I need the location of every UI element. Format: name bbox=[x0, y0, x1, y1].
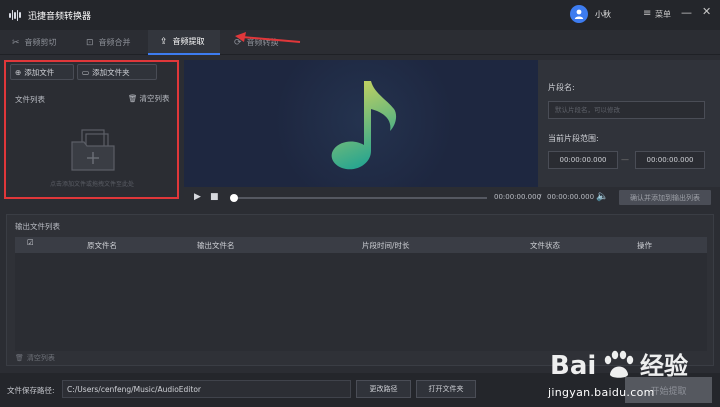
confirm-add-button[interactable]: 确认并添加到输出列表 bbox=[619, 190, 711, 205]
tab-audio-cut[interactable]: ✂ 音频剪切 bbox=[0, 30, 72, 55]
stop-icon[interactable]: ■ bbox=[210, 192, 219, 202]
tab-bar: ✂ 音频剪切 ⊡ 音频合并 ⇪ 音频提取 ⟳ 音频转换 bbox=[0, 30, 720, 55]
add-file-folder-icon bbox=[71, 129, 115, 171]
save-path-label: 文件保存路径: bbox=[7, 386, 55, 395]
output-list-title: 输出文件列表 bbox=[15, 222, 60, 231]
hamburger-menu-icon[interactable]: ≡ bbox=[643, 8, 651, 19]
clear-list-button[interactable]: 🗑 清空列表 bbox=[128, 93, 170, 104]
red-arrow-annotation bbox=[235, 32, 301, 43]
col-file-status: 文件状态 bbox=[530, 241, 560, 250]
svg-text:Bai: Bai bbox=[550, 351, 596, 381]
tab-label: 音频合并 bbox=[98, 38, 131, 47]
col-actions: 操作 bbox=[637, 241, 652, 250]
user-icon bbox=[574, 9, 584, 19]
plus-circle-icon: ⊕ bbox=[15, 67, 22, 77]
trash-icon: 🗑 bbox=[15, 354, 24, 362]
add-file-button[interactable]: ⊕ 添加文件 bbox=[10, 64, 74, 80]
progress-slider[interactable] bbox=[230, 194, 487, 202]
output-table-body bbox=[15, 253, 707, 351]
app-logo-icon bbox=[9, 9, 21, 21]
segment-range-label: 当前片段范围: bbox=[548, 134, 599, 143]
open-folder-button[interactable]: 打开文件夹 bbox=[416, 380, 476, 398]
merge-icon: ⊡ bbox=[86, 37, 94, 48]
segment-panel: 片段名: 当前片段范围: 00:00:00.000 — 00:00:00.000 bbox=[538, 60, 720, 187]
button-label: 清空列表 bbox=[26, 354, 55, 362]
clear-output-button[interactable]: 🗑 清空列表 bbox=[15, 353, 55, 363]
trash-icon: 🗑 bbox=[128, 94, 138, 103]
menu-button[interactable]: 菜单 bbox=[655, 9, 671, 20]
title-bar: 迅捷音频转换器 小秋 ≡ 菜单 — ✕ bbox=[0, 0, 720, 30]
button-label: 添加文件夹 bbox=[92, 67, 130, 77]
button-label: 清空列表 bbox=[139, 94, 170, 103]
change-path-button[interactable]: 更改路径 bbox=[356, 380, 411, 398]
tab-audio-extract[interactable]: ⇪ 音频提取 bbox=[148, 30, 220, 55]
output-table-header: ☑ 原文件名 输出文件名 片段时间/时长 文件状态 操作 bbox=[15, 237, 707, 253]
audio-preview bbox=[184, 60, 538, 187]
player-controls: ▶ ■ 00:00:00.000 / 00:00:00.000 🔈 确认并添加到… bbox=[184, 187, 720, 209]
svg-text:经验: 经验 bbox=[640, 352, 688, 380]
start-time-field[interactable]: 00:00:00.000 bbox=[548, 151, 618, 169]
minimize-button[interactable]: — bbox=[681, 6, 692, 19]
add-folder-button[interactable]: ▭ 添加文件夹 bbox=[77, 64, 157, 80]
tab-label: 音频剪切 bbox=[24, 38, 57, 47]
file-panel: ⊕ 添加文件 ▭ 添加文件夹 文件列表 🗑 清空列表 点击添加文件或拖拽文件至此… bbox=[4, 60, 180, 200]
range-separator: — bbox=[621, 155, 629, 164]
segment-name-input[interactable] bbox=[548, 101, 705, 119]
col-source-name: 原文件名 bbox=[87, 241, 117, 250]
tab-label: 音频提取 bbox=[172, 37, 205, 46]
drop-hint-text: 点击添加文件或拖拽文件至此处 bbox=[49, 181, 134, 188]
end-time-field[interactable]: 00:00:00.000 bbox=[635, 151, 705, 169]
app-title: 迅捷音频转换器 bbox=[28, 11, 92, 22]
volume-icon[interactable]: 🔈 bbox=[596, 191, 608, 202]
total-time: 00:00:00.000 bbox=[547, 193, 595, 201]
music-note-icon bbox=[331, 81, 397, 170]
paw-icon bbox=[604, 350, 634, 378]
folder-icon: ▭ bbox=[82, 67, 90, 77]
watermark-url: jingyan.baidu.com bbox=[548, 386, 655, 399]
progress-handle[interactable] bbox=[230, 194, 238, 202]
select-all-checkbox-icon[interactable]: ☑ bbox=[27, 238, 34, 247]
segment-name-label: 片段名: bbox=[548, 83, 575, 92]
scissors-icon: ✂ bbox=[12, 37, 20, 48]
tab-audio-merge[interactable]: ⊡ 音频合并 bbox=[74, 30, 146, 55]
save-path-field[interactable]: C:/Users/cenfeng/Music/AudioEditor bbox=[62, 380, 351, 398]
play-icon[interactable]: ▶ bbox=[194, 192, 201, 202]
extract-icon: ⇪ bbox=[160, 36, 168, 47]
file-list-label: 文件列表 bbox=[15, 95, 45, 104]
user-avatar[interactable] bbox=[570, 5, 588, 23]
button-label: 添加文件 bbox=[24, 67, 55, 77]
time-separator: / bbox=[539, 193, 542, 201]
close-button[interactable]: ✕ bbox=[702, 5, 711, 18]
user-name[interactable]: 小秋 bbox=[595, 9, 611, 20]
col-segment-time: 片段时间/时长 bbox=[362, 241, 410, 250]
col-output-name: 输出文件名 bbox=[197, 241, 235, 250]
current-time: 00:00:00.000 bbox=[494, 193, 542, 201]
